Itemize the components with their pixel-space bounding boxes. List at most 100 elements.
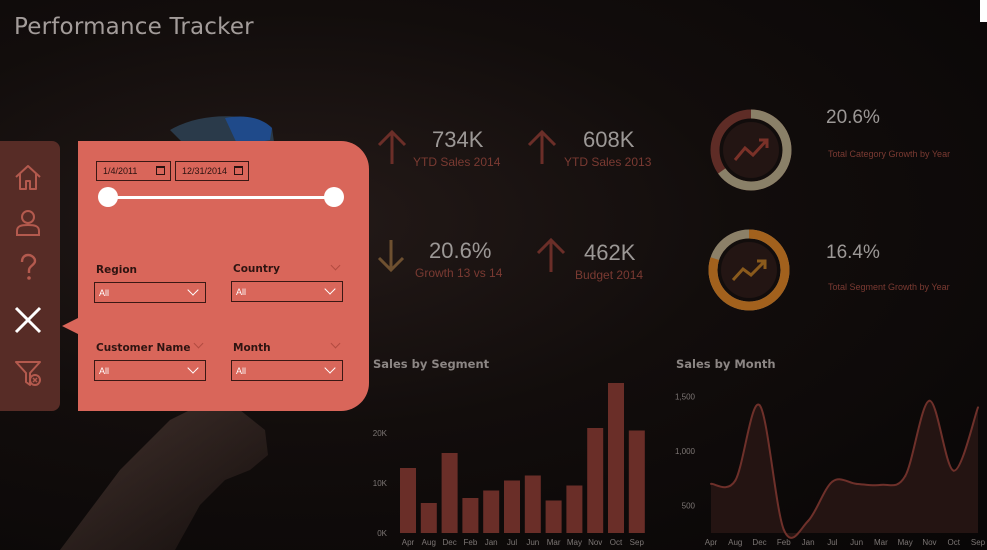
close-icon [14, 306, 42, 334]
y-tick-label: 500 [682, 502, 696, 511]
month-value: All [236, 365, 247, 376]
x-tick-label: Sep [971, 538, 986, 547]
chevron-down-icon [187, 362, 199, 374]
calendar-icon[interactable] [156, 166, 165, 175]
calendar-icon[interactable] [234, 166, 243, 175]
kpi-label-growth: Growth 13 vs 14 [415, 266, 503, 280]
kpi-value-ytd-2014: 734K [432, 127, 484, 152]
end-date-input[interactable]: 12/31/2014 [175, 161, 249, 181]
data-point-Jul[interactable] [831, 480, 834, 483]
country-value: All [236, 286, 247, 297]
nav-close[interactable] [10, 302, 46, 338]
home-icon [15, 165, 41, 190]
customer-value: All [99, 365, 110, 376]
data-point-Feb[interactable] [782, 528, 785, 531]
data-point-Oct[interactable] [952, 469, 955, 472]
data-point-Nov[interactable] [928, 399, 931, 402]
end-date-value: 12/31/2014 [182, 166, 228, 176]
bar-Dec[interactable] [441, 453, 458, 533]
bar-Sep[interactable] [628, 430, 645, 534]
bar-Jan[interactable] [483, 490, 500, 534]
month-chart-title: Sales by Month [676, 357, 776, 371]
nav-user[interactable] [10, 204, 46, 240]
region-select[interactable]: All [94, 282, 206, 303]
kpi-value-budget: 462K [584, 240, 636, 265]
y-tick-label: 20K [373, 429, 388, 438]
x-tick-label: Jan [802, 538, 815, 547]
data-point-Sep[interactable] [977, 406, 979, 409]
bar-Feb[interactable] [462, 498, 479, 533]
region-value: All [99, 287, 110, 298]
data-point-Jan[interactable] [807, 519, 810, 522]
x-tick-label: Oct [610, 538, 623, 547]
help-icon [20, 253, 37, 280]
data-point-Jun[interactable] [855, 482, 858, 485]
nav-home[interactable] [10, 159, 46, 195]
slider-handle-end[interactable] [324, 187, 344, 207]
arrow-down-icon [377, 240, 405, 273]
category-growth-donut [710, 109, 792, 191]
bar-Oct[interactable] [608, 383, 624, 533]
x-tick-label: Nov [588, 538, 602, 547]
kpi-label-ytd-2013: YTD Sales 2013 [564, 155, 652, 169]
x-tick-label: Feb [464, 538, 478, 547]
x-tick-label: May [567, 538, 582, 547]
bar-May[interactable] [566, 485, 583, 534]
bar-Apr[interactable] [400, 468, 416, 533]
bar-Nov[interactable] [587, 428, 604, 533]
y-tick-label: 1,500 [675, 392, 696, 401]
nav-pointer [62, 318, 78, 334]
y-tick-label: 1,000 [675, 447, 696, 456]
x-tick-label: Dec [752, 538, 766, 547]
segment-growth-donut [708, 229, 790, 311]
bar-Jul[interactable] [504, 480, 520, 534]
segment-growth-value: 16.4% [826, 242, 880, 263]
data-point-Mar[interactable] [879, 483, 882, 486]
country-select[interactable]: All [231, 281, 343, 302]
x-tick-label: Jun [850, 538, 863, 547]
x-tick-label: Jun [526, 538, 539, 547]
x-tick-label: Nov [922, 538, 936, 547]
slider-handle-start[interactable] [98, 187, 118, 207]
nav-clear-filters[interactable] [10, 355, 46, 391]
x-tick-label: Aug [422, 538, 436, 547]
y-tick-label: 0K [377, 529, 387, 538]
chevron-down-icon [187, 284, 199, 296]
chevron-down-icon [324, 362, 336, 374]
category-growth-value: 20.6% [826, 107, 880, 128]
kpi-value-growth: 20.6% [429, 238, 492, 263]
nav-help[interactable] [10, 249, 46, 285]
bar-Aug[interactable] [420, 503, 437, 533]
start-date-input[interactable]: 1/4/2011 [96, 161, 171, 181]
clear-filter-icon [15, 361, 41, 386]
customer-select[interactable]: All [94, 360, 206, 381]
region-label: Region [96, 264, 138, 276]
x-tick-label: Apr [402, 538, 415, 547]
data-point-May[interactable] [904, 475, 907, 478]
data-point-Aug[interactable] [734, 479, 737, 482]
x-tick-label: Dec [442, 538, 456, 547]
category-growth-label: Total Category Growth by Year [828, 149, 951, 159]
sales-by-month-chart: 500 1,000 1,500 Apr Aug Dec Feb Jan Jul Jun Mar May… [675, 392, 986, 547]
x-tick-label: Jul [507, 538, 517, 547]
kpi-label-ytd-2014: YTD Sales 2014 [413, 155, 501, 169]
arrow-up-icon [527, 129, 557, 164]
sidebar-nav [0, 141, 60, 411]
kpi-value-ytd-2013: 608K [583, 127, 635, 152]
user-icon [16, 210, 40, 236]
month-select[interactable]: All [231, 360, 343, 381]
arrow-up-icon [377, 129, 407, 164]
data-point-Dec[interactable] [758, 404, 761, 407]
segment-chart-title: Sales by Segment [373, 357, 490, 371]
start-date-value: 1/4/2011 [103, 166, 138, 176]
date-range-slider[interactable] [108, 196, 334, 199]
bar-Jun[interactable] [524, 475, 541, 534]
customer-label: Customer Name [96, 342, 191, 354]
x-tick-label: Feb [777, 538, 791, 547]
data-point-Apr[interactable] [710, 482, 712, 485]
page-title: Performance Tracker [14, 14, 254, 40]
segment-growth-label: Total Segment Growth by Year [828, 282, 950, 292]
y-tick-label: 10K [373, 479, 388, 488]
bar-Mar[interactable] [545, 500, 562, 534]
country-label: Country [233, 263, 280, 275]
